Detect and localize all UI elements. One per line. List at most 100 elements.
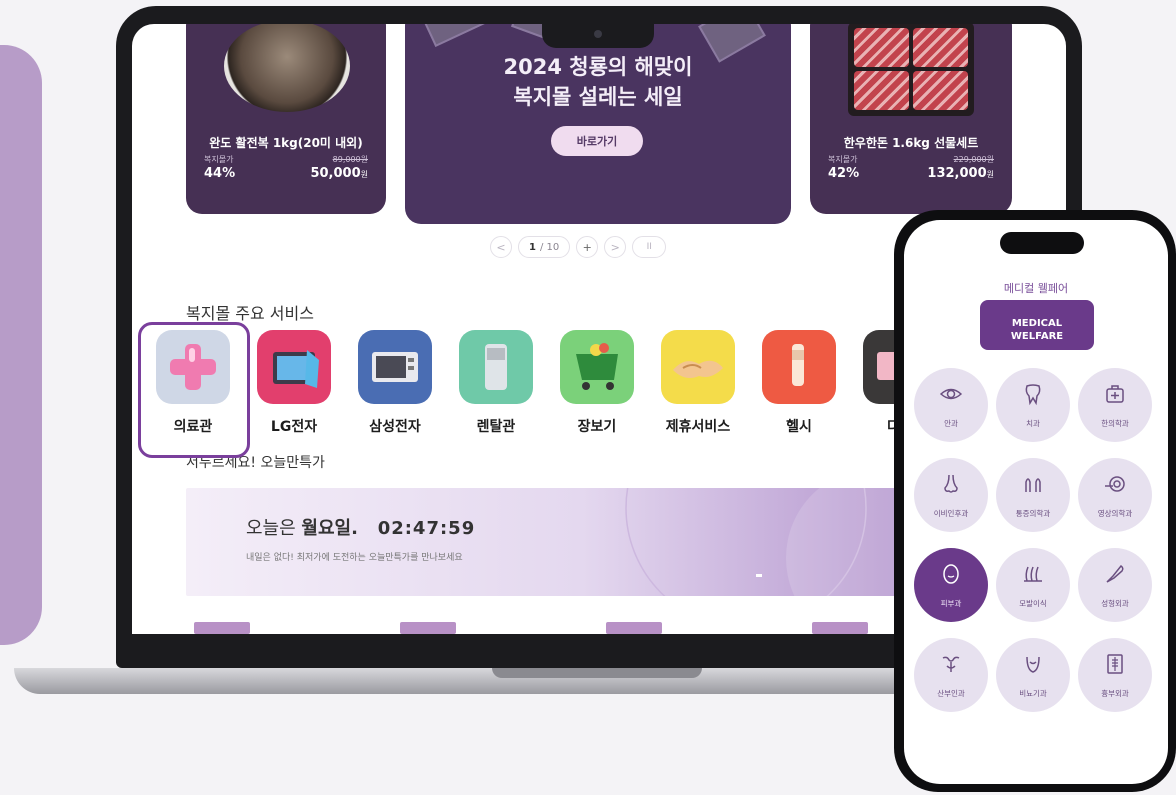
scanner-icon xyxy=(1103,472,1127,500)
side-decor-panel xyxy=(0,45,42,645)
discount-rate: 42% xyxy=(828,166,860,181)
hair-icon xyxy=(1021,562,1045,590)
meat-piece xyxy=(913,71,968,110)
department-button[interactable]: 영상의학과 xyxy=(1078,458,1152,532)
add-button[interactable]: + xyxy=(576,236,599,258)
meat-piece xyxy=(854,71,909,110)
deal-tag xyxy=(812,622,868,634)
department-label: 한의학과 xyxy=(1101,418,1129,428)
samsung-tv-icon xyxy=(358,330,432,404)
department-label: 영상의학과 xyxy=(1097,508,1133,518)
banner-title-line2: 복지몰 설레는 세일 xyxy=(513,85,683,109)
department-button[interactable]: 이비인후과 xyxy=(914,458,988,532)
beef-image xyxy=(848,24,974,116)
phone-screen: 메디컬 웰페어 MEDICAL WELFARE 안과 치과 한의학과이비인후과 통증의… xyxy=(904,220,1168,784)
department-button[interactable]: 성형외과 xyxy=(1078,548,1152,622)
product-name: 완도 활전복 1kg(20미 내외) xyxy=(209,136,363,150)
health-bottle-icon xyxy=(762,330,836,404)
service-label: 제휴서비스 xyxy=(665,419,731,435)
department-label: 성형외과 xyxy=(1101,598,1129,608)
department-grid: 안과 치과 한의학과이비인후과 통증의학과 영상의학과피부과 모발이식 성형외과산부인과 비뇨… xyxy=(914,368,1152,712)
department-button[interactable]: 피부과 xyxy=(914,548,988,622)
service-item[interactable]: 헬시 xyxy=(762,330,836,436)
total-pages: / 10 xyxy=(539,241,560,253)
department-button[interactable]: 모발이식 xyxy=(996,548,1070,622)
deal-tag xyxy=(194,622,250,634)
department-label: 안과 xyxy=(944,418,958,428)
banner-card-beef[interactable]: 한우한돈 1.6kg 선물세트 복지몰가 229,000원 42% 132,00… xyxy=(810,24,1012,214)
department-button[interactable]: 치과 xyxy=(996,368,1070,442)
price-label: 복지몰가 xyxy=(204,155,234,164)
department-label: 치과 xyxy=(1026,418,1040,428)
handshake-icon xyxy=(661,330,735,404)
medical-welfare-heading: 메디컬 웰페어 xyxy=(1003,282,1069,295)
original-price: 89,000원 xyxy=(332,155,368,164)
department-button[interactable]: 비뇨기과 xyxy=(996,638,1070,712)
meat-piece xyxy=(854,28,909,67)
medicine-box-icon xyxy=(1103,382,1127,410)
department-button[interactable]: 안과 xyxy=(914,368,988,442)
medical-welfare-button[interactable]: MEDICAL WELFARE xyxy=(980,300,1094,350)
next-button[interactable]: > xyxy=(604,236,627,258)
banner-pager: < 1 / 10 + > II xyxy=(490,236,667,258)
department-label: 흉부외과 xyxy=(1101,688,1129,698)
dynamic-island xyxy=(1000,232,1084,254)
selected-service-highlight xyxy=(138,322,250,458)
department-button[interactable]: 한의학과 xyxy=(1078,368,1152,442)
service-item[interactable]: LG전자 xyxy=(257,330,331,436)
department-label: 비뇨기과 xyxy=(1019,688,1047,698)
laptop-hinge-groove xyxy=(492,668,702,678)
deal-tag xyxy=(400,622,456,634)
deal-tags xyxy=(194,622,868,634)
air-purifier-icon xyxy=(459,330,533,404)
uterus-icon xyxy=(939,652,963,680)
nose-icon xyxy=(939,472,963,500)
shopping-cart-icon xyxy=(560,330,634,404)
camera-icon xyxy=(594,30,602,38)
current-page: 1 xyxy=(529,241,536,253)
department-label: 통증의학과 xyxy=(1015,508,1051,518)
service-item[interactable]: 장보기 xyxy=(560,330,634,436)
banner-title-line1: 2024 청룡의 해맞이 xyxy=(503,55,693,79)
eye-icon xyxy=(939,382,963,410)
meat-piece xyxy=(913,28,968,67)
deal-tag xyxy=(606,622,662,634)
prev-button[interactable]: < xyxy=(490,236,512,258)
page-indicator: 1 / 10 xyxy=(518,236,571,258)
department-label: 피부과 xyxy=(940,598,962,608)
pause-button[interactable]: II xyxy=(632,236,667,258)
department-button[interactable]: 흉부외과 xyxy=(1078,638,1152,712)
hands-icon xyxy=(1021,472,1045,500)
discount-rate: 44% xyxy=(204,166,236,181)
service-item[interactable]: 삼성전자 xyxy=(358,330,432,436)
face-icon xyxy=(939,562,963,590)
department-label: 이비인후과 xyxy=(933,508,969,518)
service-label: 장보기 xyxy=(577,419,617,435)
go-button[interactable]: 바로가기 xyxy=(551,126,643,156)
department-button[interactable]: 산부인과 xyxy=(914,638,988,712)
service-label: 삼성전자 xyxy=(369,419,421,435)
countdown-timer: 02:47:59 xyxy=(377,518,476,539)
price-unit: 원 xyxy=(986,170,994,179)
service-label: 헬시 xyxy=(786,419,812,435)
services-title: 복지몰 주요 서비스 xyxy=(186,304,314,323)
banner-card-main[interactable]: 2024 청룡의 해맞이 복지몰 설레는 세일 바로가기 xyxy=(405,24,791,224)
service-item[interactable]: 렌탈관 xyxy=(459,330,533,436)
price-unit: 원 xyxy=(360,170,368,179)
service-label: LG전자 xyxy=(270,419,318,435)
service-list: 의료관LG전자삼성전자렌탈관장보기제휴서비스헬시다이 xyxy=(156,330,937,436)
today-subtitle: 내일은 없다! 최저가에 도전하는 오늘만특가를 만나보세요 xyxy=(246,553,463,563)
bladder-icon xyxy=(1021,652,1045,680)
department-label: 산부인과 xyxy=(937,688,965,698)
today-prefix: 오늘은 xyxy=(246,518,296,539)
deco-shape xyxy=(420,24,490,47)
price-label: 복지몰가 xyxy=(828,155,858,164)
banner-card-abalone[interactable]: 완도 활전복 1kg(20미 내외) 복지몰가 89,000원 44% 50,0… xyxy=(186,24,386,214)
lg-tv-icon xyxy=(257,330,331,404)
service-item[interactable]: 제휴서비스 xyxy=(661,330,735,436)
today-day: 월요일. xyxy=(301,518,358,539)
laptop-notch xyxy=(542,24,654,48)
department-button[interactable]: 통증의학과 xyxy=(996,458,1070,532)
service-label: 렌탈관 xyxy=(476,419,516,435)
original-price: 229,000원 xyxy=(953,155,994,164)
